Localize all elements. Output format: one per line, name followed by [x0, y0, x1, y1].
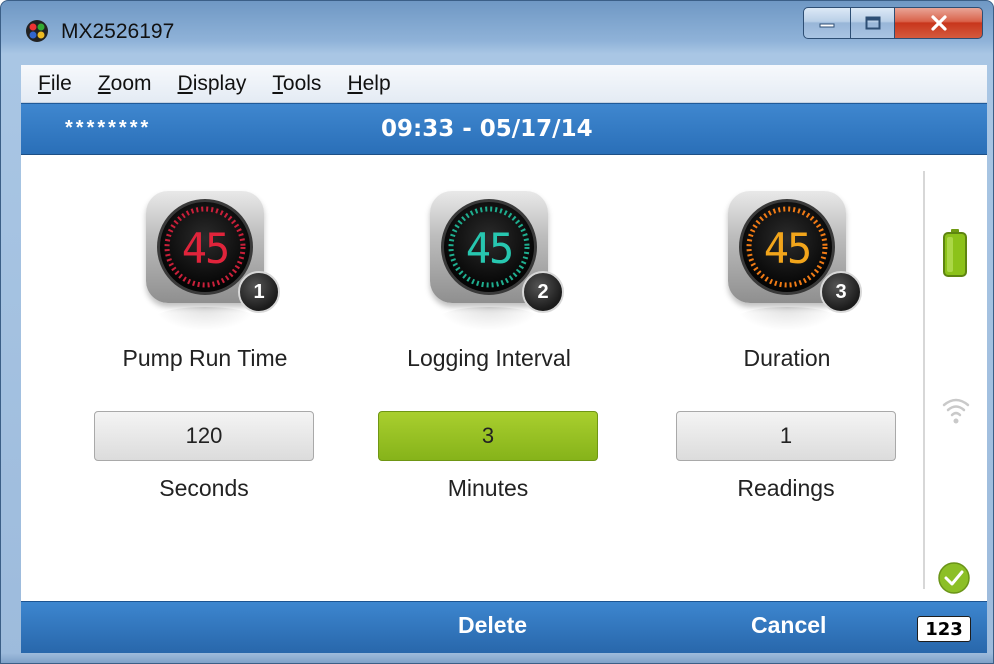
minimize-button[interactable] [803, 7, 851, 39]
app-logo-icon [26, 20, 48, 42]
side-divider [923, 171, 925, 589]
menu-help[interactable]: Help [347, 72, 390, 96]
gauge-digits: 45 [465, 224, 515, 273]
gauge-reflection [438, 307, 540, 331]
menu-bar: File Zoom Display Tools Help [21, 65, 987, 103]
menu-display[interactable]: Display [178, 72, 247, 96]
gauge-face: 45 [157, 199, 253, 295]
logging-interval-value-button[interactable]: 3 [378, 411, 598, 461]
gauge-badge: 2 [522, 271, 564, 313]
pump-run-time-panel: 45 1 Pump Run Time 120 Seconds [94, 155, 324, 515]
gauge-digits: 45 [181, 224, 231, 273]
menu-tools[interactable]: Tools [272, 72, 321, 96]
duration-panel: 45 3 Duration 1 Readings [676, 155, 906, 515]
close-button[interactable] [895, 7, 983, 39]
menu-zoom[interactable]: Zoom [98, 72, 152, 96]
pump-run-time-unit: Seconds [159, 475, 249, 501]
duration-value-button[interactable]: 1 [676, 411, 896, 461]
cancel-button[interactable]: Cancel [751, 612, 826, 639]
battery-icon [943, 229, 967, 277]
maximize-icon [865, 16, 880, 30]
window-bottom-border [1, 653, 993, 663]
gauge-badge: 3 [820, 271, 862, 313]
main-content: 45 1 Pump Run Time 120 Seconds 45 2 Logg… [21, 155, 987, 601]
maximize-button[interactable] [851, 7, 895, 39]
masked-device-name: ******** [65, 117, 152, 139]
duration-unit: Readings [737, 475, 835, 501]
logging-interval-label: Logging Interval [407, 345, 571, 371]
pump-run-time-gauge-icon[interactable]: 45 1 [146, 191, 280, 313]
gauge-face: 45 [441, 199, 537, 295]
logging-interval-unit: Minutes [447, 475, 529, 501]
gauge-reflection [154, 307, 256, 331]
gauge-face: 45 [739, 199, 835, 295]
date-time: 09:33 - 05/17/14 [381, 116, 593, 142]
app-window: MX2526197 File Zoom Display Tools Help *… [0, 0, 994, 664]
logging-interval-gauge-icon[interactable]: 45 2 [430, 191, 564, 313]
duration-gauge-icon[interactable]: 45 3 [728, 191, 862, 313]
window-title: MX2526197 [61, 20, 175, 43]
check-icon [938, 562, 970, 594]
pump-run-time-value-button[interactable]: 120 [94, 411, 314, 461]
close-icon [930, 15, 947, 31]
gauge-badge: 1 [238, 271, 280, 313]
status-bar: ******** 09:33 - 05/17/14 [21, 103, 987, 155]
window-controls [803, 7, 983, 39]
gauge-reflection [736, 307, 838, 331]
wifi-signal-icon [942, 398, 970, 424]
minimize-icon [819, 23, 835, 28]
logging-interval-panel: 45 2 Logging Interval 3 Minutes [378, 155, 608, 515]
gauge-digits: 45 [763, 224, 813, 273]
duration-label: Duration [743, 345, 831, 371]
title-bar[interactable]: MX2526197 [1, 1, 993, 65]
action-bar: Delete Cancel 123 [21, 601, 987, 653]
numeric-keyboard-button[interactable]: 123 [917, 616, 971, 642]
pump-run-time-label: Pump Run Time [122, 345, 288, 371]
menu-file[interactable]: File [38, 72, 72, 96]
delete-button[interactable]: Delete [458, 612, 527, 639]
